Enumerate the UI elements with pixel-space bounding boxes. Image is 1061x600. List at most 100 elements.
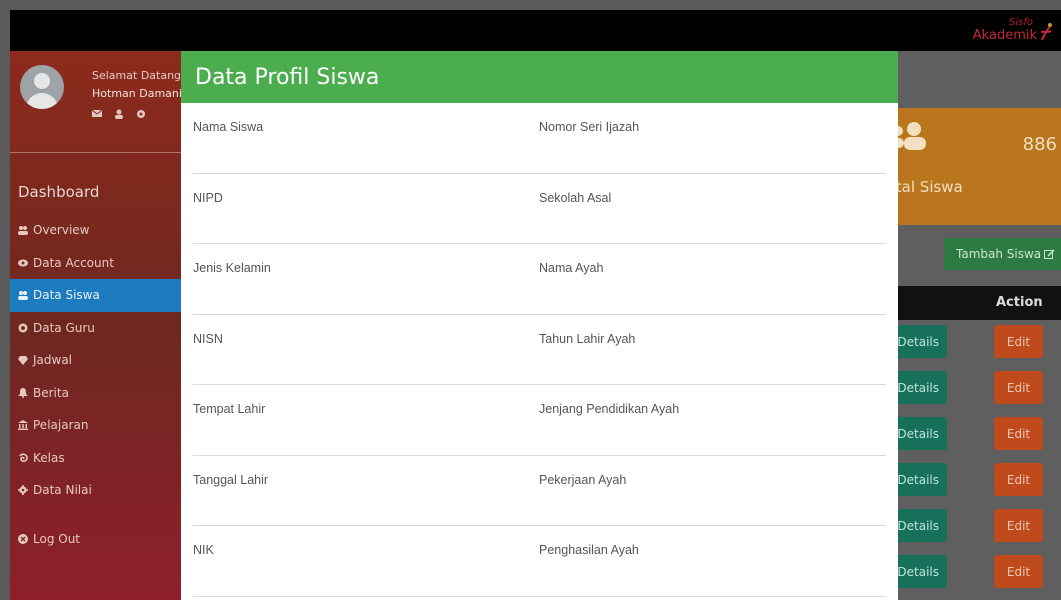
field-label: Jenis Kelamin <box>193 261 271 275</box>
details-button[interactable]: Details <box>890 509 947 542</box>
details-label: Details <box>897 380 939 395</box>
details-label: Details <box>897 426 939 441</box>
field-label: Penghasilan Ayah <box>539 543 639 557</box>
sidebar-item-data-nilai[interactable]: Data Nilai <box>10 474 181 507</box>
edit-button[interactable]: Edit <box>994 555 1043 588</box>
eye-icon <box>18 259 28 267</box>
modal-header: Data Profil Siswa <box>181 51 898 103</box>
sidebar-item-label: Berita <box>33 385 69 400</box>
logo-line2: Akademik <box>972 28 1037 43</box>
edit-label: Edit <box>1006 564 1031 579</box>
avatar[interactable] <box>20 65 64 109</box>
field-label: NISN <box>193 331 223 346</box>
field-label: Jenjang Pendidikan Ayah <box>539 402 680 416</box>
sidebar-item-label: Kelas <box>33 450 65 465</box>
sidebar-item-data-account[interactable]: Data Account <box>10 247 181 280</box>
edit-button[interactable]: Edit <box>994 509 1043 542</box>
field-label: Nomor Seri Ijazah <box>539 120 640 134</box>
edit-label: Edit <box>1006 518 1031 533</box>
sidebar-item-pelajaran[interactable]: Pelajaran <box>10 409 181 442</box>
sidebar-item-label: Data Siswa <box>33 288 100 303</box>
edit-label: Edit <box>1006 426 1031 441</box>
add-student-label: Tambah Siswa <box>956 247 1042 261</box>
total-siswa-card: 886 Total Siswa <box>880 108 1061 225</box>
sidebar-item-berita[interactable]: Berita <box>10 377 181 410</box>
profile-row: Tempat Lahir Jenjang Pendidikan Ayah <box>193 385 886 456</box>
profile-row: NIPD Sekolah Asal <box>193 174 886 244</box>
circle-icon <box>18 323 28 333</box>
field-label: Tempat Lahir <box>193 402 266 416</box>
sidebar-item-label: Jadwal <box>33 353 73 368</box>
edit-label: Edit <box>1006 472 1031 487</box>
sidebar-item-label: Pelajaran <box>33 418 89 433</box>
edit-button[interactable]: Edit <box>994 463 1043 496</box>
details-button[interactable]: Details <box>890 555 947 588</box>
diamond-icon <box>18 356 28 366</box>
student-profile-modal: Data Profil Siswa Nama Siswa Nomor Seri … <box>181 51 898 600</box>
field-label: Nama Siswa <box>193 120 264 134</box>
details-label: Details <box>897 564 939 579</box>
gear-icon[interactable] <box>136 109 146 119</box>
field-label: NIPD <box>193 190 223 205</box>
total-siswa-count: 886 <box>1022 134 1057 155</box>
bank-icon <box>18 420 28 431</box>
field-label: Pekerjaan Ayah <box>539 472 627 487</box>
sidebar-item-label: Data Guru <box>33 320 95 335</box>
logo-line1: Sisfo <box>1009 17 1033 28</box>
sidebar: Selamat Datang Hotman Damanik Dashboard … <box>10 51 188 600</box>
profile-row: Nama Siswa Nomor Seri Ijazah <box>193 103 886 174</box>
edit-button[interactable]: Edit <box>994 325 1043 358</box>
user-panel: Selamat Datang Hotman Damanik <box>10 51 188 153</box>
user-icons <box>92 109 146 119</box>
field-label: NIK <box>193 543 214 557</box>
details-label: Details <box>897 334 939 349</box>
gear-icon <box>18 485 28 496</box>
sidebar-item-jadwal[interactable]: Jadwal <box>10 344 181 377</box>
sidebar-menu: Overview Data Account Data Siswa Data Gu… <box>10 214 181 555</box>
logo-mark-icon <box>1040 23 1052 41</box>
spiral-icon <box>19 453 28 462</box>
users-icon <box>18 291 28 301</box>
edit-label: Edit <box>1006 380 1031 395</box>
add-student-button[interactable]: Tambah Siswa <box>944 238 1061 270</box>
edit-label: Edit <box>1006 334 1031 349</box>
profile-row: Jenis Kelamin Nama Ayah <box>193 244 886 315</box>
details-button[interactable]: Details <box>890 463 947 496</box>
modal-title: Data Profil Siswa <box>195 64 380 90</box>
table-header-action: Action <box>898 286 1061 320</box>
sidebar-item-label: Overview <box>33 223 90 238</box>
sidebar-item-kelas[interactable]: Kelas <box>10 442 181 475</box>
top-bar: Sisfo Akademik <box>10 10 1061 51</box>
dashboard-heading: Dashboard <box>18 183 100 201</box>
details-label: Details <box>897 472 939 487</box>
details-label: Details <box>897 518 939 533</box>
sidebar-item-label: Data Nilai <box>33 483 92 498</box>
greeting-text: Selamat Datang <box>92 69 182 82</box>
field-label: Sekolah Asal <box>539 190 612 205</box>
field-label: Nama Ayah <box>539 261 604 275</box>
bell-icon <box>18 387 28 398</box>
user-icon[interactable] <box>114 109 124 119</box>
sidebar-item-label: Data Account <box>33 255 114 270</box>
sidebar-item-logout[interactable]: Log Out <box>10 523 181 556</box>
details-button[interactable]: Details <box>890 325 947 358</box>
sidebar-item-data-guru[interactable]: Data Guru <box>10 312 181 345</box>
profile-row: NISN Tahun Lahir Ayah <box>193 315 886 385</box>
sidebar-item-data-siswa[interactable]: Data Siswa <box>10 279 181 312</box>
details-button[interactable]: Details <box>890 371 947 404</box>
edit-icon <box>1044 248 1055 259</box>
edit-button[interactable]: Edit <box>994 417 1043 450</box>
action-header-label: Action <box>996 295 1043 310</box>
profile-row: Tanggal Lahir Pekerjaan Ayah <box>193 456 886 526</box>
profile-row: NIK Penghasilan Ayah <box>193 526 886 597</box>
field-label: Tahun Lahir Ayah <box>539 331 636 346</box>
field-label: Tanggal Lahir <box>193 472 269 487</box>
edit-button[interactable]: Edit <box>994 371 1043 404</box>
sidebar-item-overview[interactable]: Overview <box>10 214 181 247</box>
details-button[interactable]: Details <box>890 417 947 450</box>
envelope-icon[interactable] <box>92 109 102 118</box>
close-circle-icon <box>18 533 28 544</box>
user-name: Hotman Damanik <box>92 87 189 100</box>
users-icon <box>18 226 28 236</box>
logout-label: Log Out <box>33 531 81 546</box>
